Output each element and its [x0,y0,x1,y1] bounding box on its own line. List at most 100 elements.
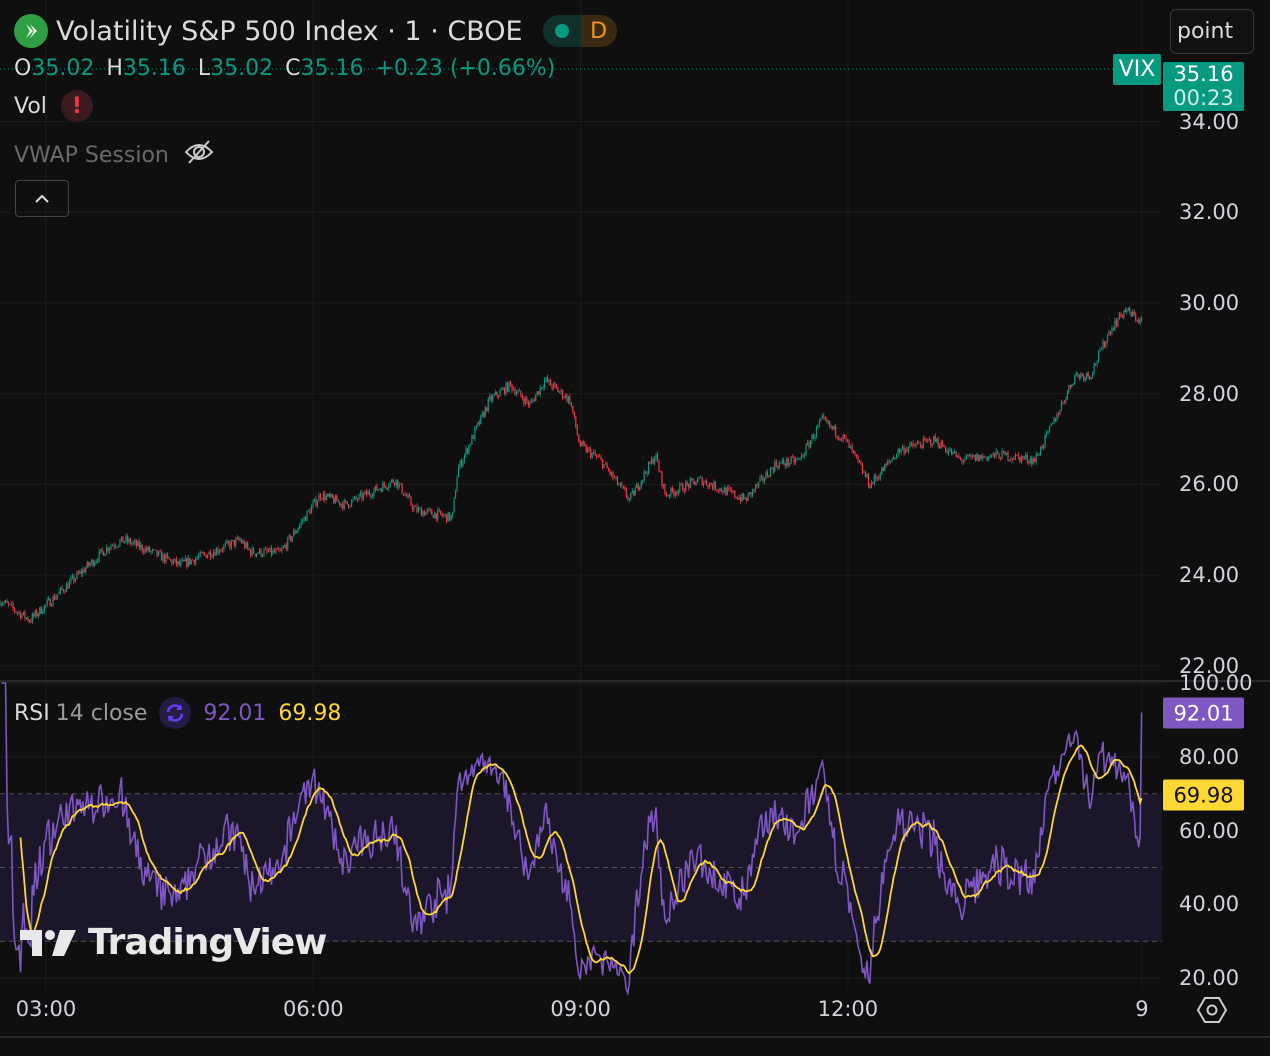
chart-settings-button[interactable] [1196,994,1228,1030]
candle-body [440,510,442,515]
candle-body [251,548,253,556]
candle-body [120,536,123,541]
candle-body [968,455,970,457]
candle-body [710,483,712,486]
candle-body [961,459,963,462]
candle-body [134,540,136,543]
candle-body [232,539,234,541]
candle-body [930,439,932,446]
candle-body [900,449,902,453]
candle-body [1035,454,1037,462]
candle-body [964,459,966,461]
candle-body [198,556,200,558]
symbol-legend[interactable]: Volatility S&P 500 Index · 1 · CBOE D [14,14,617,48]
candle-body [827,421,829,423]
candle-body [373,490,375,497]
candle-body [633,490,635,496]
candle-body [1097,351,1100,362]
rsi-legend[interactable]: RSI 14 close 92.01 69.98 [14,697,341,729]
rsi-params: 14 close [55,700,148,726]
rsi-ma-value: 69.98 [278,700,342,726]
collapse-legend-button[interactable] [15,180,69,217]
candle-body [88,562,90,566]
time-tick-label: 09:00 [550,997,611,1021]
candle-body [1062,401,1064,403]
candle-body [36,610,38,617]
candle-body [610,472,613,475]
candle-body [1050,424,1052,427]
warning-icon[interactable]: ! [60,90,93,122]
candle-body [551,385,553,389]
candle-body [214,552,216,556]
candle-body [995,450,997,457]
candle-body [717,490,720,492]
candle-body [558,391,561,393]
candle-body [153,549,155,551]
candle-body [947,450,950,454]
candle-body [190,559,192,564]
candle-body [62,589,65,592]
candle-body [355,496,357,499]
candle-body [276,548,278,550]
candle-body [1094,364,1097,365]
candle-body [174,558,176,561]
candle-body [117,545,120,547]
candle-body [266,548,268,552]
candle-body [771,468,773,469]
candle-body [408,495,411,498]
candle-body [848,440,850,448]
eye-hidden-icon[interactable] [183,138,215,172]
price-tick-label: 24.00 [1179,563,1240,588]
sync-icon[interactable] [159,697,192,729]
volume-indicator[interactable]: Vol ! [14,90,93,122]
symbol-title[interactable]: Volatility S&P 500 Index · 1 · CBOE [56,16,523,47]
candle-body [150,551,152,553]
candle-body [974,455,976,461]
settings-icon [1196,997,1228,1023]
candle-body [994,453,996,457]
candle-body [668,495,671,497]
candle-body [1123,310,1125,318]
point-button[interactable]: point [1170,9,1254,54]
candle-body [395,479,397,486]
candle-body [705,480,708,486]
candle-body [169,559,172,561]
market-status[interactable]: D [542,15,617,47]
candle-body [211,556,213,558]
candle-body [569,396,571,404]
candle-body [1086,372,1088,378]
candle-body [800,455,803,458]
candle-body [1111,328,1113,334]
candle-body [567,396,570,402]
candle-body [988,456,990,461]
candle-body [52,595,54,605]
candle-body [725,487,727,496]
candle-body [471,435,473,445]
candle-body [849,445,852,448]
candle-body [105,547,108,554]
candle-body [670,487,672,497]
candle-body [732,490,734,493]
candle-body [107,547,109,551]
candle-body [544,380,546,388]
candle-body [814,435,816,439]
candle-body [128,538,130,542]
candle-body [1002,450,1005,452]
candle-body [688,483,690,488]
candle-body [609,470,611,475]
candle-body [1117,319,1119,326]
candle-body [483,412,485,417]
candle-body [385,485,387,489]
candle-body [137,541,139,546]
candle-body [520,390,522,396]
candle-body [835,425,837,437]
candle-body [786,458,788,466]
vwap-indicator[interactable]: VWAP Session [14,138,215,172]
candle-body [726,487,728,496]
candle-body [512,389,515,391]
candle-body [891,459,893,461]
candle-body [508,381,510,392]
candle-body [1130,312,1132,317]
candle-body [946,451,948,454]
rsi-value: 92.01 [203,700,267,726]
